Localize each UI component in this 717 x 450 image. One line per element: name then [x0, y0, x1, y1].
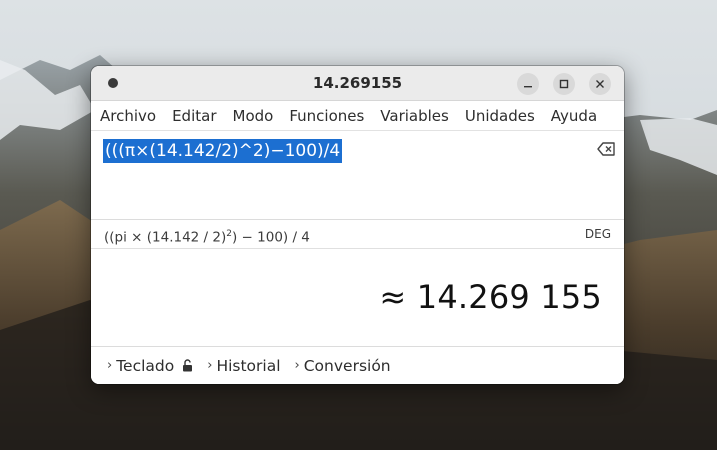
chevron-right-icon: ›: [107, 358, 113, 373]
history-label: Historial: [216, 356, 281, 375]
result-value: ≈ 14.269 155: [379, 278, 602, 316]
parsed-expression: ((pi × (14.142 / 2)2) − 100) / 4: [104, 220, 310, 252]
maximize-button[interactable]: [553, 73, 575, 95]
parsed-expression-bar: ((pi × (14.142 / 2)2) − 100) / 4 DEG: [91, 220, 624, 249]
menu-archivo[interactable]: Archivo: [91, 107, 164, 125]
maximize-icon: [559, 79, 569, 89]
calculator-window: 14.269155 Archivo Editar Modo Funciones …: [91, 66, 624, 384]
menu-editar[interactable]: Editar: [164, 107, 224, 125]
menu-modo[interactable]: Modo: [225, 107, 282, 125]
expression-text-selected[interactable]: (((π×(14.142/2)^2)−100)/4: [103, 139, 343, 163]
menu-variables[interactable]: Variables: [372, 107, 457, 125]
conversion-label: Conversión: [303, 356, 391, 375]
angle-mode-indicator[interactable]: DEG: [585, 220, 611, 248]
minimize-button[interactable]: [517, 73, 539, 95]
keypad-expander[interactable]: › Teclado: [107, 357, 193, 375]
chevron-right-icon: ›: [294, 358, 300, 373]
history-expander[interactable]: › Historial: [207, 357, 280, 375]
parsed-expression-part: ) − 100) / 4: [231, 229, 310, 246]
lock-icon[interactable]: [182, 359, 193, 372]
menu-unidades[interactable]: Unidades: [457, 107, 543, 125]
window-title: 14.269155: [312, 74, 403, 92]
conversion-expander[interactable]: › Conversión: [295, 357, 391, 375]
backspace-icon[interactable]: [597, 142, 615, 156]
minimize-icon: [524, 86, 532, 88]
keypad-label: Teclado: [116, 356, 175, 375]
menu-ayuda[interactable]: Ayuda: [543, 107, 605, 125]
close-button[interactable]: [589, 73, 611, 95]
chevron-right-icon: ›: [207, 358, 213, 373]
bottom-expanders: › Teclado › Historial › Conversión: [91, 347, 624, 384]
menu-bar: Archivo Editar Modo Funciones Variables …: [91, 101, 624, 131]
title-bar[interactable]: 14.269155: [91, 66, 624, 101]
parsed-expression-part: ((pi × (14.142 / 2): [104, 229, 227, 246]
menu-funciones[interactable]: Funciones: [281, 107, 372, 125]
expression-input[interactable]: (((π×(14.142/2)^2)−100)/4: [91, 131, 624, 220]
result-display: ≈ 14.269 155: [91, 249, 624, 347]
close-icon: [596, 80, 604, 88]
